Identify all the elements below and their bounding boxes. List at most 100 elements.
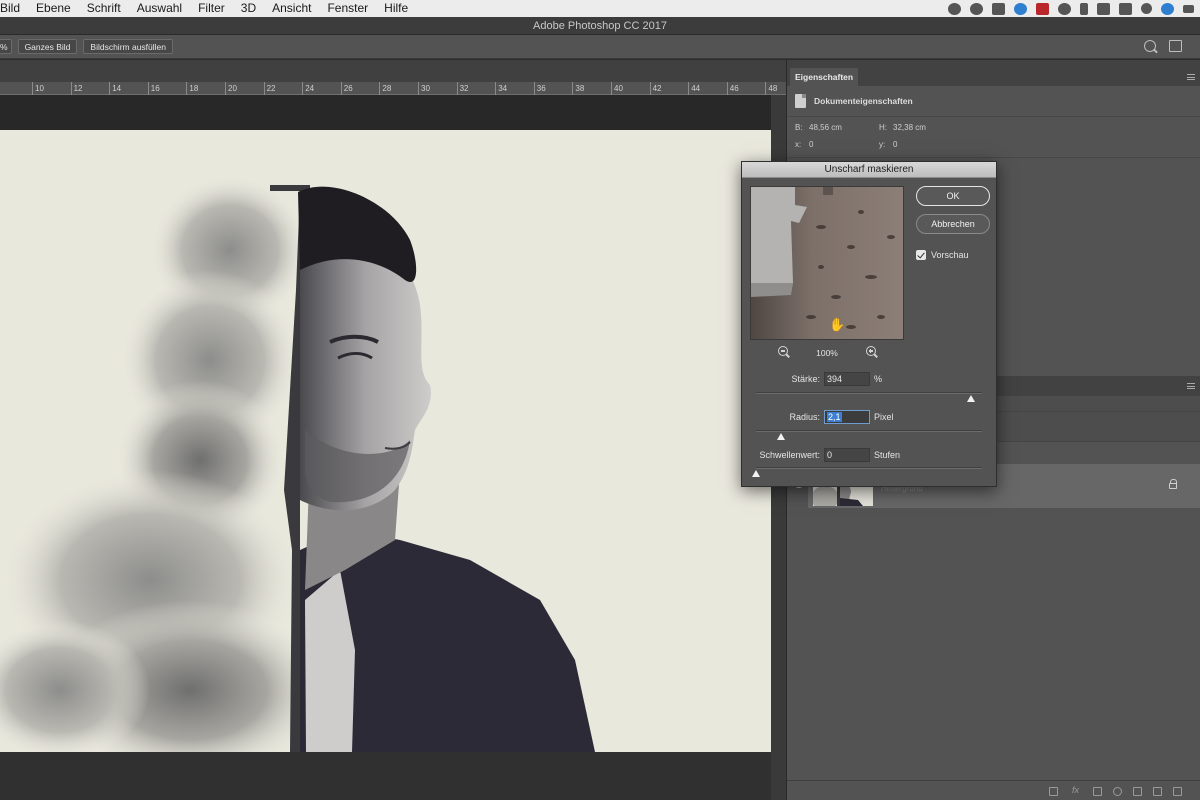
new-layer-icon[interactable] [1153,787,1162,796]
ok-button[interactable]: OK [916,186,990,206]
dialog-title: Unscharf maskieren [742,162,996,178]
properties-tab-row: Eigenschaften [787,60,1200,86]
search-icon[interactable] [1144,40,1156,52]
fx-icon[interactable]: fx [1071,786,1080,796]
width-label: B: [795,123,803,132]
amount-slider-track[interactable] [756,392,982,394]
amount-input[interactable]: 394 [824,372,870,386]
radius-label: Radius: [789,412,820,422]
ruler-tick: 12 [70,82,83,95]
image-canvas[interactable] [0,130,771,752]
ruler-tick: 44 [688,82,701,95]
y-value[interactable]: 0 [893,140,897,149]
ruler-tick: 22 [263,82,276,95]
layers-menu-icon[interactable] [1187,383,1195,389]
document-properties-header: Dokumenteigenschaften [795,94,913,108]
preview-zoom-level: 100% [816,348,838,358]
radius-input[interactable]: 2,1 [824,410,870,424]
radius-slider-track[interactable] [756,430,982,432]
record-icon[interactable] [948,2,961,15]
workspace-icon[interactable] [1169,40,1182,52]
folder-icon[interactable] [1133,787,1142,796]
hand-icon: ✋ [829,317,846,332]
ruler-tick: 40 [611,82,623,95]
x-label: x: [795,140,802,149]
y-label: y: [879,140,886,149]
photoshop-window: Bild Ebene Schrift Auswahl Filter 3D Ans… [0,0,1200,800]
ruler-tick: 30 [418,82,430,95]
ruler-tick: 48 [765,82,778,95]
ruler-tick: 34 [495,82,508,95]
amount-label: Stärke: [791,374,820,384]
tab-properties[interactable]: Eigenschaften [790,68,859,86]
amount-slider-thumb[interactable] [966,395,975,402]
ruler-tick: 32 [456,82,469,95]
spotlight-icon[interactable] [1141,3,1152,14]
ruler-tick: 28 [379,82,392,95]
canvas-bottom-area [0,752,771,800]
airplay-icon[interactable] [1119,2,1132,15]
wifi-icon[interactable] [1097,2,1110,15]
zoom-out-icon[interactable] [778,346,788,356]
ruler-tick: 10 [32,82,44,95]
horizontal-ruler: 10 12 14 16 18 20 22 24 26 28 30 32 34 36 38 40 42 44 46 48 [0,82,786,95]
unsharp-mask-dialog: Unscharf maskieren ✋ 100% OK Abbrechen V… [741,161,997,487]
radius-unit: Pixel [874,412,894,422]
adjustment-icon[interactable] [1113,787,1122,796]
app-icon[interactable] [1014,2,1027,15]
time-machine-icon[interactable] [1058,2,1071,15]
menu-icon[interactable] [1183,4,1194,13]
options-bar: % Ganzes Bild Bildschirm ausfüllen [0,35,1200,59]
threshold-slider-thumb[interactable] [752,470,760,477]
filter-preview[interactable]: ✋ [750,186,904,340]
panel-menu-icon[interactable] [1187,74,1195,80]
ruler-tick: 18 [186,82,199,95]
creative-cloud-icon[interactable] [970,2,983,15]
divider [787,116,1200,117]
menu-schrift[interactable]: Schrift [79,0,129,17]
document-icon [795,94,806,108]
radius-slider-thumb[interactable] [776,433,785,440]
document-area: 10 12 14 16 18 20 22 24 26 28 30 32 34 36 38 40 42 44 46 48 [0,60,786,800]
ruler-tick: 14 [109,82,122,95]
menu-bar: Bild Ebene Schrift Auswahl Filter 3D Ans… [0,0,1200,17]
preview-checkbox[interactable] [916,250,926,260]
menu-auswahl[interactable]: Auswahl [129,0,190,17]
add-mask-icon[interactable] [1093,787,1102,796]
zoom-percent-button[interactable]: % [0,39,12,54]
menu-ebene[interactable]: Ebene [28,0,79,17]
document-tab-bar [0,60,786,82]
threshold-input[interactable]: 0 [824,448,870,462]
radius-value: 2,1 [827,412,842,422]
ruler-tick: 20 [225,82,237,95]
height-value[interactable]: 32,38 cm [893,123,926,132]
amount-unit: % [874,374,883,384]
menu-fenster[interactable]: Fenster [319,0,376,17]
threshold-slider-track[interactable] [756,467,982,469]
menu-filter[interactable]: Filter [190,0,233,17]
height-label: H: [879,123,887,132]
menu-hilfe[interactable]: Hilfe [376,0,416,17]
link-icon[interactable] [1049,787,1058,796]
width-value[interactable]: 48,56 cm [809,123,842,132]
divider [787,157,1200,158]
lock-icon[interactable] [1169,479,1177,489]
menu-ansicht[interactable]: Ansicht [264,0,319,17]
menu-3d[interactable]: 3D [233,0,264,17]
bluetooth-icon[interactable] [1080,2,1088,15]
siri-icon[interactable] [1161,2,1174,15]
red-app-icon[interactable] [1036,2,1049,15]
screen-icon[interactable] [992,2,1005,15]
menu-bild[interactable]: Bild [0,0,28,17]
document-properties-label: Dokumenteigenschaften [814,96,913,106]
ruler-tick: 42 [649,82,662,95]
fit-screen-button[interactable]: Ganzes Bild [17,39,78,54]
zoom-in-icon[interactable] [866,346,876,356]
ruler-tick: 16 [147,82,160,95]
trash-icon[interactable] [1173,787,1182,796]
artwork [0,175,595,752]
x-value[interactable]: 0 [809,140,813,149]
threshold-unit: Stufen [874,450,901,460]
fill-screen-button[interactable]: Bildschirm ausfüllen [83,39,173,54]
cancel-button[interactable]: Abbrechen [916,214,990,234]
